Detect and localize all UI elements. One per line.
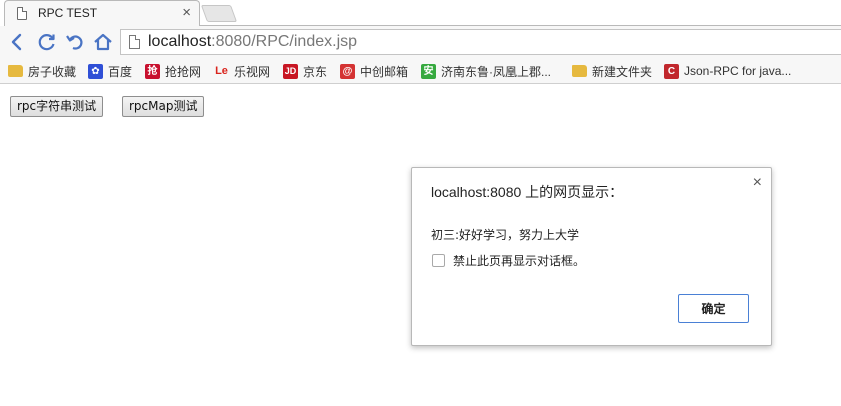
url-host: localhost: [148, 33, 212, 50]
home-icon[interactable]: [92, 31, 114, 53]
url-text: localhost:8080/RPC/index.jsp: [148, 33, 357, 51]
undo-icon[interactable]: [64, 31, 86, 53]
rpc-map-test-button[interactable]: rpcMap测试: [122, 96, 205, 117]
bookmark-item[interactable]: 新建文件夹: [572, 62, 652, 80]
alert-dialog: localhost:8080 上的网页显示： × 初三:好好学习，努力上大学 禁…: [411, 167, 772, 346]
ok-button[interactable]: 确定: [678, 294, 749, 323]
folder-icon: [572, 65, 587, 77]
bookmark-item[interactable]: 抢 抢抢网: [145, 62, 201, 80]
bookmark-label: 百度: [108, 64, 133, 79]
rpc-string-test-button[interactable]: rpc字符串测试: [10, 96, 104, 117]
anjuke-icon: 安: [421, 63, 436, 79]
bookmark-label: 房子收藏: [28, 64, 77, 79]
bookmark-label: 济南东鲁·凤凰上郡...: [441, 64, 551, 79]
bookmark-item[interactable]: Le 乐视网: [214, 62, 270, 80]
bookmark-item[interactable]: 安 济南东鲁·凤凰上郡...: [421, 62, 551, 80]
close-icon[interactable]: ×: [753, 174, 762, 192]
new-tab-button[interactable]: [200, 5, 238, 22]
bookmark-label: 新建文件夹: [592, 64, 653, 79]
qiangqiang-icon: 抢: [145, 63, 160, 79]
close-tab-icon[interactable]: ×: [182, 4, 191, 22]
bookmark-item[interactable]: C Json-RPC for java...: [664, 62, 791, 80]
bookmark-label: 京东: [303, 64, 328, 79]
url-path: :8080/RPC/index.jsp: [211, 33, 358, 50]
tab-title: RPC TEST: [38, 6, 98, 20]
browser-tab[interactable]: RPC TEST ×: [4, 0, 200, 26]
bookmark-label: 抢抢网: [165, 64, 202, 79]
bookmarks-bar: 房子收藏 ✿ 百度 抢 抢抢网 Le 乐视网 JD 京东 @ 中创邮箱 安 济南…: [0, 58, 841, 84]
page-info-icon[interactable]: [129, 35, 140, 49]
back-icon[interactable]: [6, 31, 28, 53]
bookmark-label: 乐视网: [234, 64, 271, 79]
suppress-dialogs-checkbox[interactable]: [432, 254, 445, 267]
jd-icon: JD: [283, 63, 298, 79]
address-bar[interactable]: localhost:8080/RPC/index.jsp: [120, 29, 841, 55]
bookmark-item[interactable]: @ 中创邮箱: [340, 62, 408, 80]
dialog-message: 初三:好好学习，努力上大学: [431, 228, 580, 242]
dialog-title: localhost:8080 上的网页显示：: [431, 184, 624, 200]
suppress-dialogs-label[interactable]: 禁止此页再显示对话框。: [453, 252, 585, 269]
bookmark-item[interactable]: 房子收藏: [8, 62, 76, 80]
tab-strip: RPC TEST ×: [0, 0, 841, 26]
browser-toolbar: localhost:8080/RPC/index.jsp: [0, 26, 841, 58]
mail-icon: @: [340, 63, 355, 79]
bookmark-label: Json-RPC for java...: [684, 64, 792, 78]
folder-icon: [8, 65, 23, 77]
baidu-icon: ✿: [88, 63, 103, 79]
reload-icon[interactable]: [36, 31, 58, 53]
bookmark-item[interactable]: JD 京东: [283, 62, 327, 80]
csdn-icon: C: [664, 63, 679, 79]
bookmark-label: 中创邮箱: [360, 64, 409, 79]
bookmark-item[interactable]: ✿ 百度: [88, 62, 132, 80]
letv-icon: Le: [215, 64, 228, 77]
page-icon: [17, 7, 27, 20]
